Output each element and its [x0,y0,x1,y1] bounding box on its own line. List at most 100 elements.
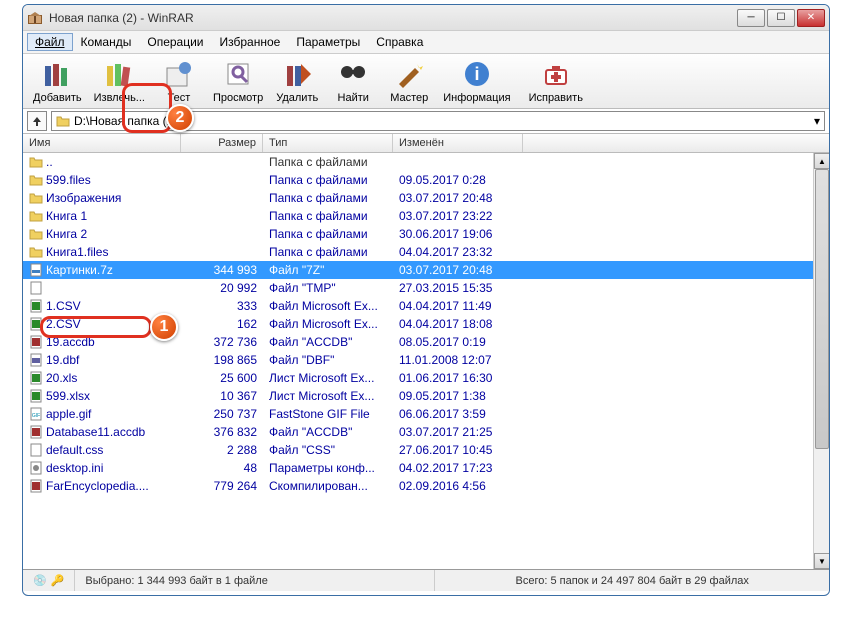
file-list[interactable]: ..Папка с файлами 599.files Папка с файлам… [23,153,829,569]
menu-operations[interactable]: Операции [139,33,211,51]
file-name: desktop.ini [46,461,103,475]
file-modified: 03.07.2017 20:48 [393,191,523,205]
file-name: 2.CSV [46,317,81,331]
file-modified: 01.06.2017 16:30 [393,371,523,385]
file-name: Книга1.files [46,245,108,259]
menu-options[interactable]: Параметры [288,33,368,51]
file-modified: 04.04.2017 18:08 [393,317,523,331]
menu-help[interactable]: Справка [368,33,431,51]
file-modified: 27.03.2015 15:35 [393,281,523,295]
menu-file[interactable]: Файл [27,33,73,51]
scroll-down-button[interactable]: ▼ [814,553,829,569]
file-size: 372 736 [181,335,263,349]
table-row[interactable]: 19.dbf198 865Файл "DBF"11.01.2008 12:07 [23,351,829,369]
file-size: 162 [181,317,263,331]
menu-favorites[interactable]: Избранное [212,33,289,51]
file-icon [29,425,43,439]
file-type: Файл Microsoft Ex... [263,317,393,331]
file-name: apple.gif [46,407,91,421]
file-type: Файл "ACCDB" [263,425,393,439]
maximize-button[interactable]: ☐ [767,9,795,27]
status-icons: 💿 🔑 [23,570,75,591]
file-modified: 30.06.2017 19:06 [393,227,523,241]
file-type: Папка с файлами [263,155,393,169]
table-row[interactable]: 1.CSV333Файл Microsoft Ex...04.04.2017 1… [23,297,829,315]
delete-button[interactable]: Удалить [269,56,325,106]
file-name: 599.files [46,173,91,187]
test-button[interactable]: Тест [151,56,207,106]
path-field[interactable]: D:\Новая папка (2) ▾ [51,111,825,131]
minimize-button[interactable]: ─ [737,9,765,27]
file-name: Изображения [46,191,121,205]
find-button[interactable]: Найти [325,56,381,106]
file-modified: 03.07.2017 23:22 [393,209,523,223]
menu-commands[interactable]: Команды [73,33,140,51]
table-row[interactable]: Книга 2 Папка с файлами30.06.2017 19:06 [23,225,829,243]
list-header: Имя Размер Тип Изменён [23,134,829,153]
file-size: 344 993 [181,263,263,277]
table-row[interactable]: Картинки.7z344 993Файл "7Z"03.07.2017 20… [23,261,829,279]
scroll-up-button[interactable]: ▲ [814,153,829,169]
chevron-down-icon[interactable]: ▾ [814,114,820,128]
table-row[interactable]: desktop.ini48Параметры конф...04.02.2017… [23,459,829,477]
file-type: Файл "ACCDB" [263,335,393,349]
table-row[interactable]: GIFapple.gif250 737FastStone GIF File06.… [23,405,829,423]
col-modified[interactable]: Изменён [393,134,523,152]
file-icon [29,155,43,169]
file-type: Скомпилирован... [263,479,393,493]
table-row[interactable]: 2.CSV 162Файл Microsoft Ex...04.04.2017 1… [23,315,829,333]
file-name: 19.dbf [46,353,79,367]
delete-icon [281,58,313,90]
add-button[interactable]: Добавить [27,56,88,106]
view-button[interactable]: Просмотр [207,56,269,106]
table-row[interactable]: ИзображенияПапка с файлами03.07.2017 20:… [23,189,829,207]
file-name: Database11.accdb [46,425,145,439]
extract-button[interactable]: Извлечь... [88,56,151,106]
file-type: Лист Microsoft Ex... [263,389,393,403]
file-size: 10 367 [181,389,263,403]
test-icon [163,58,195,90]
table-row[interactable]: Книга1.filesПапка с файлами04.04.2017 23… [23,243,829,261]
repair-button[interactable]: Исправить [523,56,589,106]
svg-text:GIF: GIF [32,413,40,419]
status-selected: Выбрано: 1 344 993 байт в 1 файле [75,570,435,591]
col-size[interactable]: Размер [181,134,263,152]
table-row[interactable]: 19.accdb372 736Файл "ACCDB"08.05.2017 0:… [23,333,829,351]
file-name: default.css [46,443,103,457]
file-modified: 11.01.2008 12:07 [393,353,523,367]
close-button[interactable]: ✕ [797,9,825,27]
wizard-button[interactable]: Мастер [381,56,437,106]
table-row[interactable]: 20.xls25 600Лист Microsoft Ex...01.06.20… [23,369,829,387]
file-icon [29,299,43,313]
scrollbar[interactable]: ▲ ▼ [813,153,829,569]
table-row[interactable]: 599.filesПапка с файлами09.05.2017 0:28 [23,171,829,189]
toolbar: Добавить Извлечь... Тест Просмотр Удалит… [23,54,829,109]
file-icon [29,263,43,277]
table-row[interactable]: Книга 1Папка с файлами03.07.2017 23:22 [23,207,829,225]
table-row[interactable]: default.css2 288Файл "CSS"27.06.2017 10:… [23,441,829,459]
table-row[interactable]: 20 992Файл "TMP"27.03.2015 15:35 [23,279,829,297]
file-type: Папка с файлами [263,245,393,259]
file-modified: 03.07.2017 20:48 [393,263,523,277]
file-icon [29,461,43,475]
file-type: Файл "DBF" [263,353,393,367]
file-modified: 04.02.2017 17:23 [393,461,523,475]
file-type: Папка с файлами [263,173,393,187]
info-button[interactable]: i Информация [437,56,516,106]
col-name[interactable]: Имя [23,134,181,152]
file-type: Файл "TMP" [263,281,393,295]
up-button[interactable] [27,111,47,131]
status-bar: 💿 🔑 Выбрано: 1 344 993 байт в 1 файле Вс… [23,569,829,591]
table-row[interactable]: FarEncyclopedia....779 264Скомпилирован.… [23,477,829,495]
status-total: Всего: 5 папок и 24 497 804 байт в 29 фа… [435,570,829,591]
table-row[interactable]: ..Папка с файлами [23,153,829,171]
file-modified: 09.05.2017 1:38 [393,389,523,403]
titlebar[interactable]: Новая папка (2) - WinRAR ─ ☐ ✕ [23,5,829,31]
file-type: Папка с файлами [263,227,393,241]
scroll-thumb[interactable] [815,169,829,449]
file-modified: 06.06.2017 3:59 [393,407,523,421]
file-name: Книга 2 [46,227,87,241]
table-row[interactable]: 599.xlsx10 367Лист Microsoft Ex...09.05.… [23,387,829,405]
table-row[interactable]: Database11.accdb376 832Файл "ACCDB"03.07… [23,423,829,441]
col-type[interactable]: Тип [263,134,393,152]
